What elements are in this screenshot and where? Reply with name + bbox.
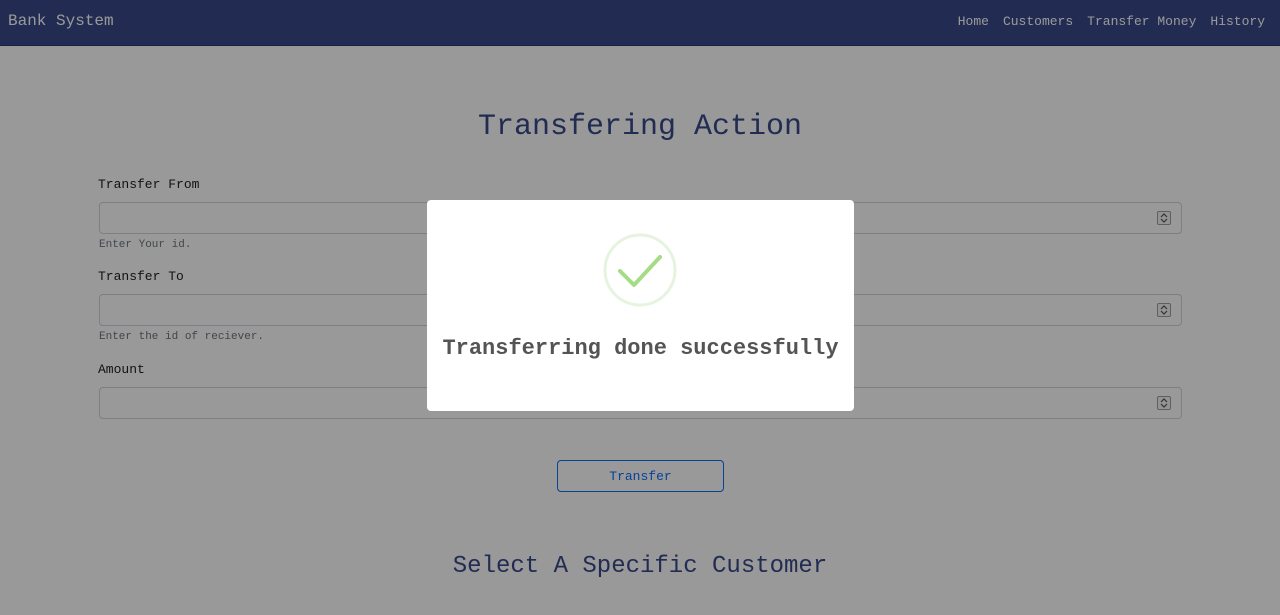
success-check-icon (603, 233, 677, 307)
success-dialog: Transferring done successfully (427, 200, 854, 411)
success-message: Transferring done successfully (442, 336, 839, 361)
page: Bank System Home Customers Transfer Mone… (0, 0, 1280, 615)
